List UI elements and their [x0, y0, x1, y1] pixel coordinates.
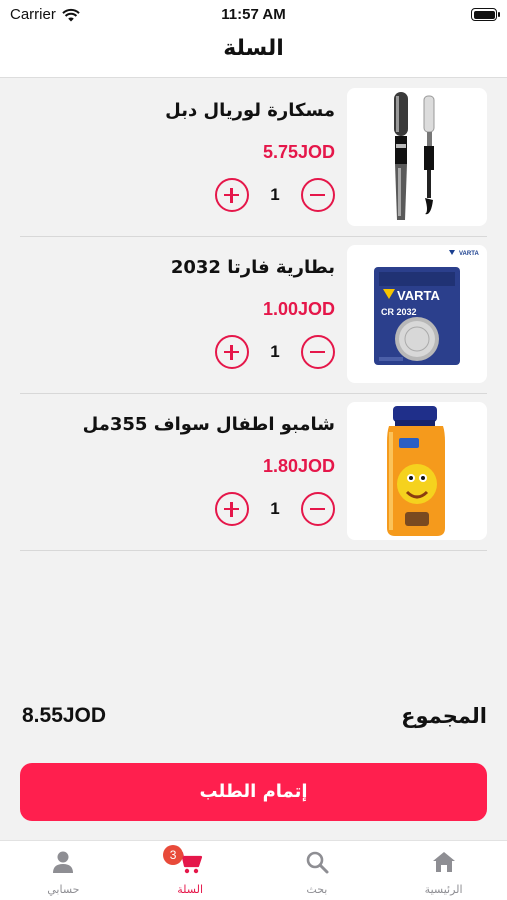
quantity-value: 1: [270, 342, 280, 361]
nav-bar: السلة: [0, 30, 507, 78]
person-icon: [50, 849, 76, 875]
tab-bar: حسابي 3 السلة بحث الرئيسية: [0, 840, 507, 900]
tab-label: السلة: [177, 883, 203, 896]
battery-model-text: CR 2032: [381, 307, 417, 317]
item-name: شامبو اطفال سواف 355مل: [82, 414, 335, 435]
total-value: 8.55JOD: [22, 704, 107, 727]
total-row: المجموع 8.55JOD: [20, 704, 487, 736]
tab-label: حسابي: [47, 883, 80, 896]
item-price: 1.80JOD: [262, 456, 335, 476]
divider: [20, 550, 487, 551]
tab-home[interactable]: الرئيسية: [380, 841, 507, 900]
cart-item[interactable]: مسكارة لوريال دبل 5.75JOD 1: [0, 80, 507, 237]
varta-brand-text: VARTA: [397, 288, 440, 303]
varta-corner-text: VARTA: [459, 251, 479, 257]
increase-quantity-button[interactable]: [215, 178, 249, 212]
tab-account[interactable]: حسابي: [0, 841, 127, 900]
cart-list: مسكارة لوريال دبل 5.75JOD 1 VARTA VARTA …: [0, 80, 507, 551]
tab-search[interactable]: بحث: [254, 841, 381, 900]
increase-quantity-button[interactable]: [215, 492, 249, 526]
battery-image[interactable]: VARTA VARTA CR 2032: [347, 245, 487, 383]
decrease-quantity-button[interactable]: [301, 178, 335, 212]
quantity-stepper: 1: [215, 178, 335, 214]
mascara-image[interactable]: [347, 88, 487, 226]
quantity-value: 1: [270, 499, 280, 518]
status-bar: Carrier 11:57 AM: [0, 0, 507, 30]
quantity-stepper: 1: [215, 335, 335, 371]
tab-cart[interactable]: 3 السلة: [127, 841, 254, 900]
tab-label: الرئيسية: [424, 883, 463, 896]
battery-icon: [471, 8, 500, 21]
item-name: بطارية فارتا 2032: [170, 257, 335, 278]
item-price: 1.00JOD: [262, 299, 335, 319]
quantity-stepper: 1: [215, 492, 335, 528]
cart-count-badge: 3: [163, 845, 184, 865]
decrease-quantity-button[interactable]: [301, 335, 335, 369]
home-icon: [431, 849, 457, 875]
cart-item[interactable]: شامبو اطفال سواف 355مل 1.80JOD 1: [0, 394, 507, 551]
increase-quantity-button[interactable]: [215, 335, 249, 369]
page-title: السلة: [223, 36, 284, 61]
total-label: المجموع: [401, 704, 487, 728]
search-icon: [304, 849, 330, 875]
item-name: مسكارة لوريال دبل: [165, 100, 335, 121]
shampoo-image[interactable]: [347, 402, 487, 540]
item-price: 5.75JOD: [262, 142, 335, 162]
status-time: 11:57 AM: [221, 6, 286, 23]
quantity-value: 1: [270, 185, 280, 204]
decrease-quantity-button[interactable]: [301, 492, 335, 526]
tab-label: بحث: [306, 883, 328, 896]
cart-item[interactable]: VARTA VARTA CR 2032 بطارية فارتا 2032 1.…: [0, 237, 507, 394]
checkout-button[interactable]: إتمام الطلب: [20, 763, 487, 821]
